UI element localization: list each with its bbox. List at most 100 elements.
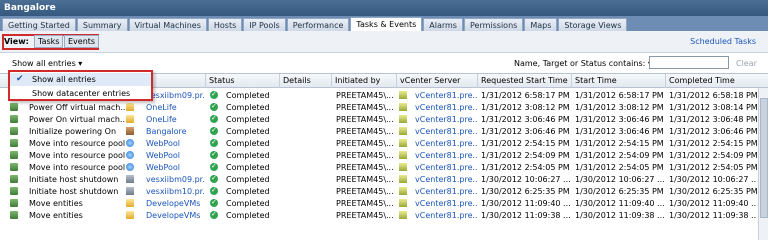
table-row[interactable]: Move into resource pool WebPool Completed P… <box>0 149 768 161</box>
task-icon <box>10 187 18 195</box>
column-initiated-by[interactable]: Initiated by <box>331 74 396 88</box>
vcenter-link[interactable]: vCenter81.pre... <box>415 210 477 221</box>
target-icon <box>126 151 134 159</box>
view-bar: View: Tasks Events Scheduled Tasks <box>0 31 768 53</box>
filter-input[interactable] <box>649 56 729 69</box>
start-time: 1/31/2012 2:54:15 PM <box>575 139 664 148</box>
target-link[interactable]: WebPool <box>146 162 204 173</box>
status-text: Completed <box>226 187 270 196</box>
target-link[interactable]: vesxiibm09.pr... <box>146 90 204 101</box>
events-view-button[interactable]: Events <box>64 35 100 48</box>
target-icon <box>126 139 134 147</box>
tab-performance[interactable]: Performance <box>286 18 350 31</box>
vcenter-icon <box>399 187 407 195</box>
initiated-by-text: PREETAM45\... <box>336 115 394 124</box>
completed-check-icon <box>210 113 218 124</box>
clear-link[interactable]: Clear <box>736 59 757 68</box>
completed-check-icon <box>210 101 218 112</box>
target-link[interactable]: OneLife <box>146 114 204 125</box>
target-link[interactable]: DevelopeVMs <box>146 210 204 221</box>
start-time: 1/31/2012 2:54:09 PM <box>575 151 664 160</box>
tab-storage-views[interactable]: Storage Views <box>558 18 628 31</box>
tab-permissions[interactable]: Permissions <box>463 18 524 31</box>
details-text <box>282 174 330 185</box>
table-row[interactable]: Initiate host shutdown vesxiibm09.pr... Co… <box>0 173 768 185</box>
tab-hosts[interactable]: Hosts <box>207 18 243 31</box>
column-status[interactable]: Status <box>205 74 279 88</box>
completed-time: 1/31/2012 3:06:46 PM <box>669 127 757 136</box>
tab-getting-started[interactable]: Getting Started <box>2 18 76 31</box>
vcenter-icon <box>399 91 407 99</box>
task-icon <box>10 115 18 123</box>
requested-start-time: 1/31/2012 3:06:46 PM <box>481 115 570 124</box>
target-link[interactable]: OneLife <box>146 102 204 113</box>
vcenter-link[interactable]: vCenter81.pre... <box>415 174 477 185</box>
vcenter-link[interactable]: vCenter81.pre... <box>415 138 477 149</box>
tab-maps[interactable]: Maps <box>524 18 558 31</box>
start-time: 1/31/2012 3:06:46 PM <box>575 127 664 136</box>
details-text <box>282 90 330 101</box>
table-row[interactable]: Power Off virtual mach... OneLife Complete… <box>0 101 768 113</box>
tasks-view-button[interactable]: Tasks <box>34 35 64 48</box>
start-time: 1/30/2012 10:06:27 ... <box>575 175 665 184</box>
table-row[interactable]: Move into resource pool WebPool Completed P… <box>0 161 768 173</box>
scroll-thumb[interactable] <box>760 98 768 218</box>
requested-start-time: 1/31/2012 3:06:46 PM <box>481 127 570 136</box>
target-link[interactable]: vesxiibm09.pr... <box>146 174 204 185</box>
table-row[interactable]: Move entities DevelopeVMs Completed PREETAM… <box>0 209 768 221</box>
filter-label[interactable]: Name, Target or Status contains: ▾ <box>514 59 652 68</box>
tab-alarms[interactable]: Alarms <box>423 18 463 31</box>
column-details[interactable]: Details <box>279 74 331 88</box>
table-row[interactable]: Initialize powering On Bangalore Completed… <box>0 125 768 137</box>
column-completed-time[interactable]: Completed Time <box>665 74 758 88</box>
column-start-time[interactable]: Start Time <box>571 74 665 88</box>
completed-time: 1/31/2012 2:54:05 PM <box>669 163 757 172</box>
table-row[interactable]: Initiate host shutdown vesxiibm10.pr... Co… <box>0 185 768 197</box>
table-row[interactable]: Move into resource pool WebPool Completed P… <box>0 137 768 149</box>
target-link[interactable]: WebPool <box>146 138 204 149</box>
scheduled-tasks-link[interactable]: Scheduled Tasks <box>690 37 756 46</box>
vcenter-link[interactable]: vCenter81.pre... <box>415 90 477 101</box>
target-link[interactable]: Bangalore <box>146 126 204 137</box>
requested-start-time: 1/31/2012 6:58:17 PM <box>481 91 570 100</box>
vcenter-link[interactable]: vCenter81.pre... <box>415 162 477 173</box>
start-time: 1/30/2012 11:09:38 ... <box>575 211 665 220</box>
vcenter-link[interactable]: vCenter81.pre... <box>415 150 477 161</box>
task-name: Initialize powering On <box>29 127 117 136</box>
tab-virtual-machines[interactable]: Virtual Machines <box>128 18 207 31</box>
menu-show-all-entries[interactable]: ✔ Show all entries <box>10 73 151 86</box>
menu-show-datacenter-entries[interactable]: Show datacenter entries <box>10 87 151 100</box>
column-vcenter-server[interactable]: vCenter Server <box>396 74 477 88</box>
vcenter-link[interactable]: vCenter81.pre... <box>415 114 477 125</box>
vcenter-link[interactable]: vCenter81.pre... <box>415 102 477 113</box>
table-row[interactable]: Move entities DevelopeVMs Completed PREETAM… <box>0 197 768 209</box>
vertical-scrollbar[interactable] <box>758 88 768 240</box>
requested-start-time: 1/31/2012 2:54:15 PM <box>481 139 570 148</box>
target-link[interactable]: DevelopeVMs <box>146 198 204 209</box>
vcenter-link[interactable]: vCenter81.pre... <box>415 186 477 197</box>
status-text: Completed <box>226 175 270 184</box>
task-name: Power Off virtual mach... <box>29 103 125 112</box>
target-link[interactable]: WebPool <box>146 150 204 161</box>
start-time: 1/31/2012 6:58:17 PM <box>575 91 664 100</box>
column-requested-start-time[interactable]: Requested Start Time <box>477 74 571 88</box>
tab-tasks-events[interactable]: Tasks & Events <box>350 17 423 31</box>
completed-check-icon <box>210 89 218 100</box>
target-icon <box>126 199 134 207</box>
vcenter-link[interactable]: vCenter81.pre... <box>415 198 477 209</box>
details-text <box>282 114 330 125</box>
initiated-by-text: PREETAM45\... <box>336 151 394 160</box>
vcenter-link[interactable]: vCenter81.pre... <box>415 126 477 137</box>
status-text: Completed <box>226 151 270 160</box>
tab-ip-pools[interactable]: IP Pools <box>243 18 286 31</box>
completed-time: 1/31/2012 3:08:14 PM <box>669 103 757 112</box>
show-entries-dropdown[interactable]: Show all entries ▾ <box>12 59 82 68</box>
completed-time: 1/31/2012 2:54:15 PM <box>669 139 757 148</box>
target-link[interactable]: vesxiibm10.pr... <box>146 186 204 197</box>
details-text <box>282 150 330 161</box>
tab-bar: Getting Started Summary Virtual Machines… <box>0 16 768 31</box>
tab-summary[interactable]: Summary <box>76 18 128 31</box>
completed-check-icon <box>210 161 218 172</box>
requested-start-time: 1/31/2012 2:54:09 PM <box>481 151 570 160</box>
table-row[interactable]: Power On virtual mach... OneLife Completed… <box>0 113 768 125</box>
